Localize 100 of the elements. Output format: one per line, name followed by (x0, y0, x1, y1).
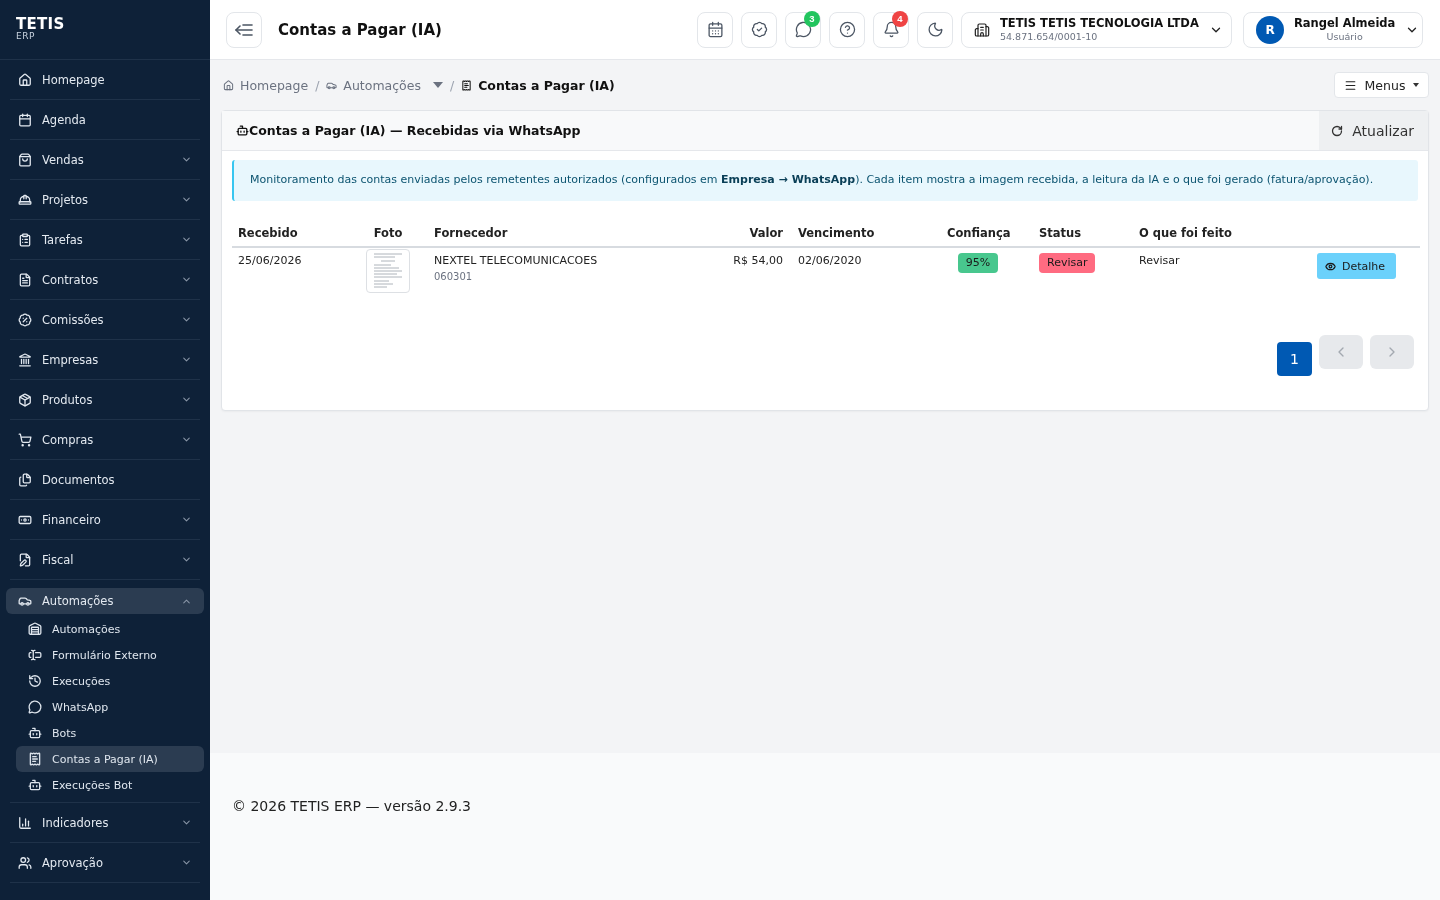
sidebar-subitem[interactable]: Automações (16, 616, 204, 642)
breadcrumb-link[interactable]: Automações (326, 77, 443, 93)
refresh-icon (1331, 124, 1344, 137)
sidebar-item[interactable]: Homepage (10, 60, 200, 99)
document-icon (18, 272, 32, 287)
sidebar-item[interactable]: Empresas (10, 340, 200, 379)
verified-badge-icon (750, 21, 768, 38)
chevron-down-icon (181, 354, 192, 365)
chevron-down-icon (181, 234, 192, 245)
sidebar-item[interactable]: Financeiro (10, 500, 200, 539)
warehouse-icon (28, 622, 42, 636)
chevron-down-icon (181, 857, 192, 868)
menu-icon (1343, 78, 1357, 92)
chevron-down-icon (181, 817, 192, 828)
logo-title: TETIS (16, 17, 65, 32)
sidebar-item[interactable]: Fiscal (10, 540, 200, 579)
breadcrumb-separator: / (315, 77, 320, 93)
help-icon (838, 21, 856, 38)
caret-down-icon (432, 82, 443, 88)
column-header: Status (1033, 220, 1133, 247)
files-icon (18, 472, 32, 487)
approvals-button[interactable] (741, 11, 777, 48)
company-cnpj: 54.871.654/0001-10 (1000, 31, 1098, 42)
page-title: Contas a Pagar (IA) (278, 20, 443, 39)
column-header: O que foi feito (1133, 220, 1291, 247)
sidebar-item[interactable]: Aprovação (10, 843, 200, 882)
count-badge: 3 (804, 10, 820, 27)
sidebar-item[interactable]: Tarefas (10, 220, 200, 259)
sidebar-subitem[interactable]: Execuções Bot (16, 772, 204, 798)
history-icon (28, 674, 42, 688)
sidebar-item[interactable]: Comissões (10, 300, 200, 339)
receipt-icon (461, 79, 473, 91)
help-button[interactable] (829, 11, 865, 48)
menus-button[interactable]: Menus (1334, 72, 1429, 98)
chevron-down-icon (181, 394, 192, 405)
column-header: Fornecedor (428, 220, 701, 247)
chevron-down-icon (181, 434, 192, 445)
bell-icon (882, 21, 900, 38)
calendar-button[interactable] (697, 11, 733, 48)
bank-icon (18, 352, 32, 367)
breadcrumb-separator: / (449, 77, 455, 93)
sidebar-subitem[interactable]: Formulário Externo (16, 642, 204, 668)
supplier-name: NEXTEL TELECOMUNICACOES (434, 253, 599, 267)
bar-chart-icon (18, 815, 32, 830)
clipboard-icon (18, 232, 32, 247)
sidebar-item[interactable]: Compras (10, 420, 200, 459)
chat-bubble-icon (794, 21, 812, 38)
users-icon (18, 855, 32, 870)
calendar-icon (706, 21, 724, 38)
calendar-icon (18, 112, 32, 127)
cart-icon (18, 432, 32, 447)
receipt-thumbnail (371, 251, 405, 291)
info-alert: Monitoramento das contas enviadas pelos remetentes autorizados (configurados em Empresa → WhatsApp). Cada item mostra a imagem recebida, a leitura da IA e o que foi gerado (fatura/aprovação). (232, 160, 1418, 201)
chevron-down-icon (181, 314, 192, 325)
count-badge: 4 (892, 10, 908, 27)
sidebar-item[interactable]: Indicadores (10, 803, 200, 842)
supplier-code: 060301 (434, 271, 473, 282)
sidebar-item[interactable]: Agenda (10, 100, 200, 139)
sidebar-item[interactable]: Produtos (10, 380, 200, 419)
robot-icon (28, 778, 42, 792)
user-avatar: R (1256, 15, 1284, 44)
sidebar-item[interactable]: Contratos (10, 260, 200, 299)
chevron-down-icon (181, 554, 192, 565)
robot-icon (236, 124, 249, 137)
sidebar-subitem[interactable]: Bots (16, 720, 204, 746)
back-button[interactable] (226, 11, 262, 48)
eye-icon (1325, 260, 1336, 272)
theme-button[interactable] (917, 11, 953, 48)
breadcrumb-link[interactable]: Contas a Pagar (IA) (461, 77, 615, 93)
home-icon (18, 72, 32, 87)
company-selector[interactable]: TETIS TETIS TECNOLOGIA LTDA 54.871.654/0001-10 (961, 11, 1232, 48)
sidebar-item[interactable]: Projetos (10, 180, 200, 219)
sidebar-subitem[interactable]: WhatsApp (16, 694, 204, 720)
user-role: Usuário (1326, 31, 1363, 42)
building-icon (974, 21, 990, 38)
package-icon (18, 392, 32, 407)
column-header: Valor (701, 220, 789, 247)
shopping-bag-icon (18, 152, 32, 167)
card-title: Contas a Pagar (IA) — Recebidas via WhatsApp (236, 123, 581, 138)
user-menu[interactable]: R Rangel Almeida Usuário (1243, 11, 1423, 48)
detail-button[interactable]: Detalhe (1317, 253, 1397, 279)
chevron-down-icon (181, 154, 192, 165)
moon-icon (926, 21, 944, 38)
page-button[interactable]: 1 (1277, 342, 1312, 376)
action-taken: Revisar (1139, 253, 1180, 267)
sidebar-item[interactable]: Documentos (10, 460, 200, 499)
robot-icon (28, 726, 42, 740)
sidebar-subitem[interactable]: Execuções (16, 668, 204, 694)
sidebar-item[interactable]: Automações (6, 588, 204, 614)
column-header: Confiança (941, 220, 1033, 247)
confidence-badge: 95% (957, 253, 999, 273)
sidebar-subitem[interactable]: Contas a Pagar (IA) (16, 746, 204, 772)
column-header: Vencimento (789, 220, 941, 247)
notifications-button[interactable]: 4 (873, 11, 909, 48)
breadcrumb-link[interactable]: Homepage (223, 77, 309, 93)
refresh-button[interactable]: Atualizar (1319, 111, 1428, 150)
car-icon (18, 594, 32, 608)
home-icon (223, 79, 234, 91)
caret-down-icon (1413, 83, 1420, 87)
sidebar-item[interactable]: Vendas (10, 140, 200, 179)
